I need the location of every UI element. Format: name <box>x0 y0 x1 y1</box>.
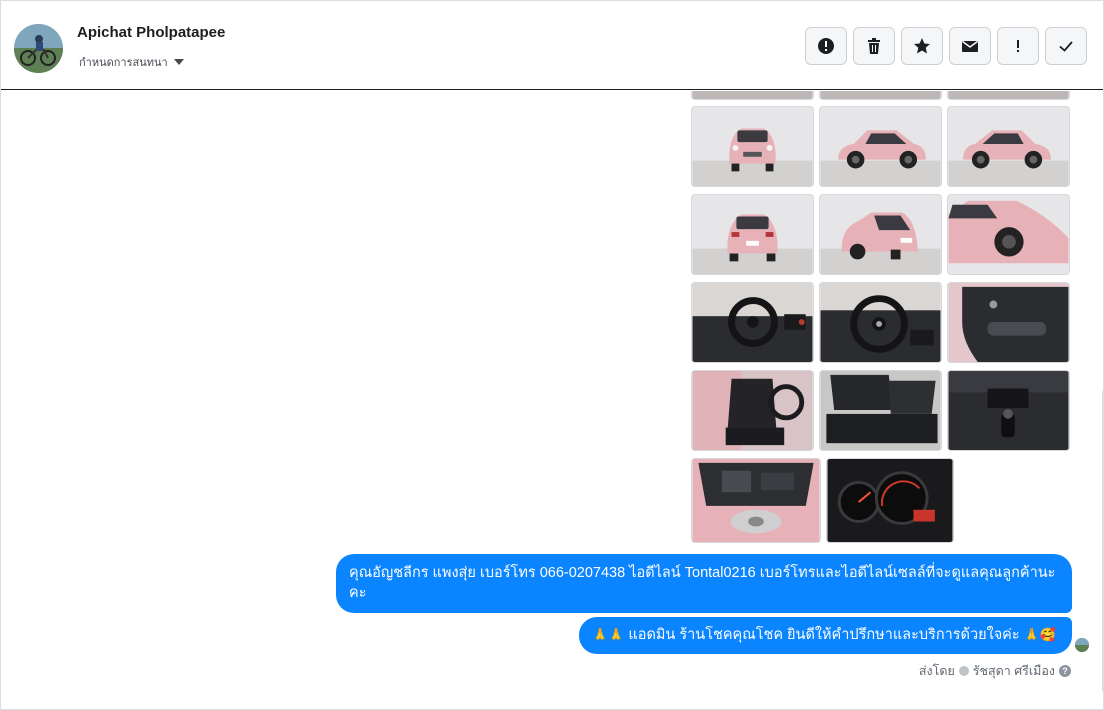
business-page-icon <box>958 666 969 676</box>
gallery-row-2 <box>691 194 1070 275</box>
sent-by-label: ส่งโดย <box>918 664 955 678</box>
envelope-icon <box>962 40 978 52</box>
mark-unread-button[interactable] <box>949 27 991 65</box>
front-seat-photo[interactable] <box>691 370 814 451</box>
caret-down-icon <box>173 59 184 65</box>
contact-name[interactable]: Apichat Pholpatapee <box>77 24 225 41</box>
door-panel-photo[interactable] <box>947 282 1070 363</box>
inbox-conversation-panel: Apichat Pholpatapee กำหนดการสนทนา คุณอัญ… <box>0 0 1104 710</box>
car-front-quarter-photo[interactable] <box>947 194 1070 275</box>
message-bubble-greeting[interactable]: 🙏🙏 แอดมิน ร้านโชคคุณโชค ยินดีให้คำปรึกษา… <box>579 617 1072 654</box>
gallery-thumbnail[interactable] <box>819 91 942 100</box>
message-text: แอดมิน ร้านโชคคุณโชค ยินดีให้คำปรึกษาและ… <box>628 627 1020 643</box>
dashboard-left-photo[interactable] <box>691 282 814 363</box>
gallery-row-5 <box>691 458 954 543</box>
rear-seats-photo[interactable] <box>819 370 942 451</box>
gauge-cluster-photo[interactable] <box>826 458 954 543</box>
car-rear-quarter-photo[interactable] <box>819 194 942 275</box>
star-button[interactable] <box>901 27 943 65</box>
scrollbar[interactable] <box>1102 391 1103 691</box>
help-icon[interactable]: ? <box>1059 665 1071 677</box>
message-bubble-sales-contact[interactable]: คุณอัญชลีกร แพงสุ่ย เบอร์โทร 066-0207438… <box>336 554 1072 613</box>
delete-button[interactable] <box>853 27 895 65</box>
dashboard-steering-photo[interactable] <box>819 282 942 363</box>
mark-done-button[interactable] <box>1045 27 1087 65</box>
gallery-row-partial <box>691 91 1070 100</box>
car-side-left-photo[interactable] <box>947 106 1070 187</box>
gallery-row-1 <box>691 106 1070 187</box>
sender-name[interactable]: รัชสุดา ศรีเมือง <box>973 661 1055 681</box>
center-console-photo[interactable] <box>947 370 1070 451</box>
gallery-row-4 <box>691 370 1070 451</box>
gallery-row-3 <box>691 282 1070 363</box>
conversation-actions <box>805 27 1087 65</box>
trash-icon <box>868 38 880 54</box>
assign-conversation-dropdown[interactable]: กำหนดการสนทนา <box>79 53 184 71</box>
conversation-header: Apichat Pholpatapee กำหนดการสนทนา <box>1 1 1103 90</box>
assign-conversation-label: กำหนดการสนทนา <box>79 57 168 69</box>
folded-hands-emoji: 🙏🙏 <box>592 628 625 643</box>
sent-by-info: ส่งโดย รัชสุดา ศรีเมือง ? <box>919 661 1071 681</box>
car-rear-photo[interactable] <box>691 194 814 275</box>
alert-circle-icon <box>818 38 834 54</box>
car-side-right-photo[interactable] <box>819 106 942 187</box>
heart-face-emoji: 🙏🥰 <box>1023 628 1057 643</box>
engine-bay-photo[interactable] <box>691 458 821 543</box>
follow-up-button[interactable] <box>997 27 1039 65</box>
gallery-thumbnail[interactable] <box>691 91 814 100</box>
gallery-thumbnail[interactable] <box>947 91 1070 100</box>
checkmark-icon <box>1059 41 1073 52</box>
message-thread[interactable]: คุณอัญชลีกร แพงสุ่ย เบอร์โทร 066-0207438… <box>1 91 1103 710</box>
message-text: คุณอัญชลีกร แพงสุ่ย เบอร์โทร 066-0207438… <box>349 565 1056 601</box>
mark-spam-button[interactable] <box>805 27 847 65</box>
seen-avatar <box>1075 638 1089 652</box>
car-front-photo[interactable] <box>691 106 814 187</box>
star-icon <box>914 38 930 54</box>
contact-avatar[interactable] <box>14 24 63 73</box>
exclamation-icon <box>1017 40 1019 52</box>
